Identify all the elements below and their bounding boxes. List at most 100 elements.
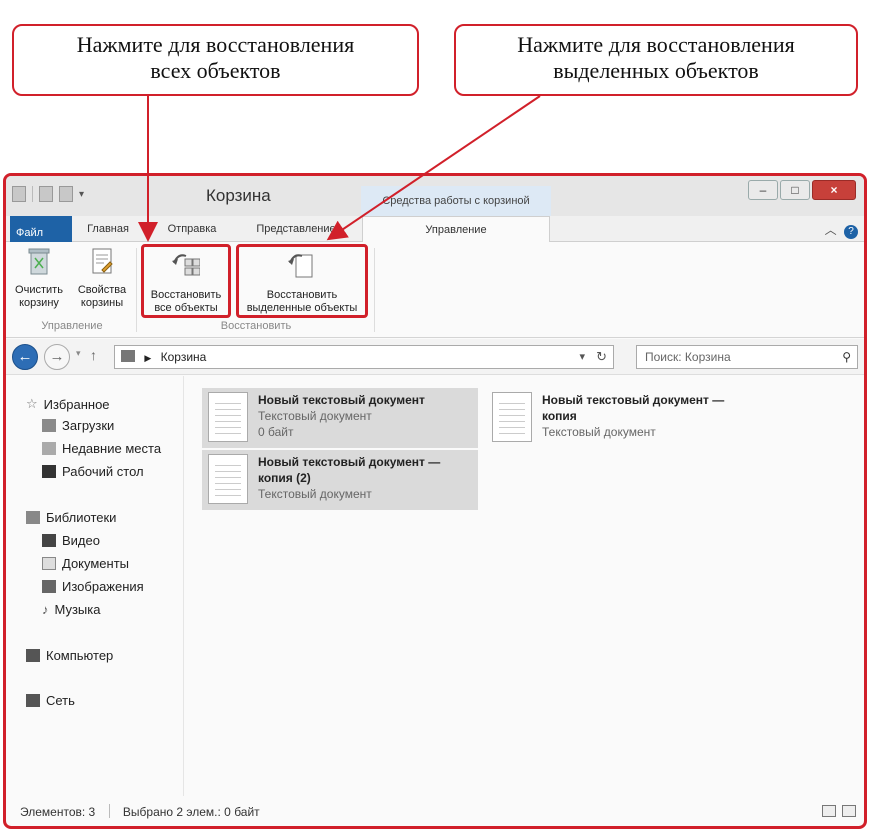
- window-menu-icon[interactable]: [12, 186, 26, 202]
- collapse-ribbon-icon[interactable]: ︿: [825, 223, 837, 237]
- ribbon: Очистить корзину Свойства корзины Восста…: [6, 242, 864, 338]
- nav-favorites-label: Избранное: [43, 396, 110, 412]
- images-icon: [42, 580, 56, 593]
- star-icon: ☆: [26, 396, 38, 411]
- tab-view[interactable]: Представление: [242, 216, 350, 242]
- search-icon[interactable]: ⚲: [842, 346, 851, 368]
- text-document-icon: [492, 392, 532, 442]
- libraries-icon: [26, 511, 40, 524]
- nav-computer[interactable]: Компьютер: [26, 648, 113, 663]
- documents-icon: [42, 557, 56, 570]
- details-view-icon[interactable]: [822, 805, 836, 817]
- close-button[interactable]: ×: [812, 180, 856, 200]
- tab-share[interactable]: Отправка: [152, 216, 232, 242]
- file-list: Новый текстовый документ Текстовый докум…: [186, 376, 864, 796]
- title-bar: ▾ Корзина Средства работы с корзиной – □…: [6, 176, 864, 216]
- desktop-icon: [42, 465, 56, 478]
- file-item[interactable]: Новый текстовый документ — копия Текстов…: [486, 388, 762, 448]
- restore-selected-icon: [288, 254, 313, 278]
- empty-label-2: корзину: [19, 297, 59, 309]
- selection-info: Выбрано 2 элем.: 0 байт: [122, 805, 260, 819]
- address-dropdown-icon[interactable]: ▾: [579, 346, 585, 368]
- tab-home[interactable]: Главная: [78, 216, 138, 242]
- nav-desktop[interactable]: Рабочий стол: [42, 464, 144, 479]
- callout-left-line2: всех объектов: [150, 58, 281, 83]
- props-label-2: корзины: [80, 297, 124, 309]
- status-bar: Элементов: 3 Выбрано 2 элем.: 0 байт: [6, 798, 864, 826]
- up-button[interactable]: ↑: [90, 347, 97, 363]
- new-folder-icon[interactable]: [59, 186, 73, 202]
- ribbon-controls: ︿ ?: [825, 221, 858, 239]
- text-document-icon: [208, 392, 248, 442]
- window-controls: – □ ×: [748, 180, 856, 200]
- refresh-icon[interactable]: ↻: [596, 346, 607, 368]
- explorer-window: ▾ Корзина Средства работы с корзиной – □…: [3, 173, 867, 829]
- restore-selected-items-button[interactable]: Восстановить выделенные объекты: [236, 244, 368, 318]
- search-input[interactable]: Поиск: Корзина ⚲: [636, 345, 858, 369]
- file-size: 0 байт: [258, 425, 294, 439]
- group-label-restore: Восстановить: [220, 320, 292, 332]
- nav-images-label: Изображения: [62, 579, 144, 594]
- nav-network-label: Сеть: [46, 693, 75, 708]
- file-type: Текстовый документ: [542, 425, 656, 439]
- computer-icon: [26, 649, 40, 662]
- qat-dropdown-icon[interactable]: ▾: [79, 189, 84, 200]
- contextual-tools-label: Средства работы с корзиной: [361, 186, 551, 216]
- nav-downloads[interactable]: Загрузки: [42, 418, 114, 433]
- nav-music-label: Музыка: [54, 602, 101, 617]
- address-field[interactable]: ▶ Корзина ▾ ↻: [114, 345, 614, 369]
- file-type: Текстовый документ: [258, 409, 372, 423]
- music-icon: ♪: [42, 602, 49, 617]
- file-item[interactable]: Новый текстовый документ — копия (2) Тек…: [202, 450, 478, 510]
- quick-access-toolbar: ▾: [12, 186, 84, 202]
- nav-network[interactable]: Сеть: [26, 693, 75, 708]
- empty-label-1: Очистить: [15, 284, 63, 296]
- file-item[interactable]: Новый текстовый документ Текстовый докум…: [202, 388, 478, 448]
- nav-documents[interactable]: Документы: [42, 556, 129, 571]
- restore-all-items-button[interactable]: Восстановить все объекты: [141, 244, 231, 318]
- qat-separator: [32, 186, 33, 202]
- text-document-icon: [208, 454, 248, 504]
- recent-locations-icon[interactable]: ▾: [76, 348, 81, 359]
- props-label-1: Свойства: [77, 284, 127, 296]
- callout-restore-selected: Нажмите для восстановления выделенных об…: [454, 24, 858, 96]
- recycle-bin-icon: [28, 248, 50, 275]
- window-title: Корзина: [206, 186, 271, 205]
- view-switcher: [822, 805, 856, 817]
- recycle-bin-small-icon: [121, 350, 135, 362]
- properties-icon[interactable]: [39, 186, 53, 202]
- ribbon-tabs: Файл Главная Отправка Представление Упра…: [6, 216, 864, 276]
- restore-all-label-1: Восстановить: [150, 289, 222, 301]
- nav-music[interactable]: ♪ Музыка: [42, 602, 100, 617]
- nav-images[interactable]: Изображения: [42, 579, 144, 594]
- minimize-button[interactable]: –: [748, 180, 778, 200]
- help-icon[interactable]: ?: [844, 225, 858, 239]
- callout-left-line1: Нажмите для восстановления: [76, 32, 355, 57]
- breadcrumb-recycle-bin[interactable]: Корзина: [161, 350, 207, 364]
- maximize-button[interactable]: □: [780, 180, 810, 200]
- back-button[interactable]: ←: [12, 344, 38, 370]
- nav-libraries-label: Библиотеки: [46, 510, 117, 525]
- nav-video-label: Видео: [62, 533, 100, 548]
- large-icons-view-icon[interactable]: [842, 805, 856, 817]
- file-type: Текстовый документ: [258, 487, 372, 501]
- group-separator: [136, 248, 137, 332]
- empty-recycle-bin-button[interactable]: Очистить корзину: [12, 246, 66, 310]
- address-bar-row: ← → ▾ ↑ ▶ Корзина ▾ ↻ Поиск: Корзина ⚲: [6, 339, 864, 375]
- group-label-manage: Управление: [41, 320, 103, 332]
- nav-desktop-label: Рабочий стол: [62, 464, 144, 479]
- tab-manage[interactable]: Управление: [362, 216, 550, 243]
- forward-button[interactable]: →: [44, 344, 70, 370]
- nav-recent[interactable]: Недавние места: [42, 441, 161, 456]
- nav-video[interactable]: Видео: [42, 533, 100, 548]
- recycle-bin-properties-button[interactable]: Свойства корзины: [72, 246, 132, 310]
- nav-libraries[interactable]: Библиотеки: [26, 510, 116, 525]
- navigation-pane: ☆ Избранное Загрузки Недавние места Рабо…: [6, 376, 184, 796]
- nav-computer-label: Компьютер: [46, 648, 114, 663]
- restore-sel-label-2: выделенные объекты: [246, 302, 358, 314]
- nav-favorites[interactable]: ☆ Избранное: [26, 396, 110, 412]
- file-name: Новый текстовый документ — копия: [542, 393, 725, 423]
- file-name: Новый текстовый документ: [258, 393, 425, 407]
- video-icon: [42, 534, 56, 547]
- breadcrumb-chevron-icon[interactable]: ▶: [144, 353, 151, 363]
